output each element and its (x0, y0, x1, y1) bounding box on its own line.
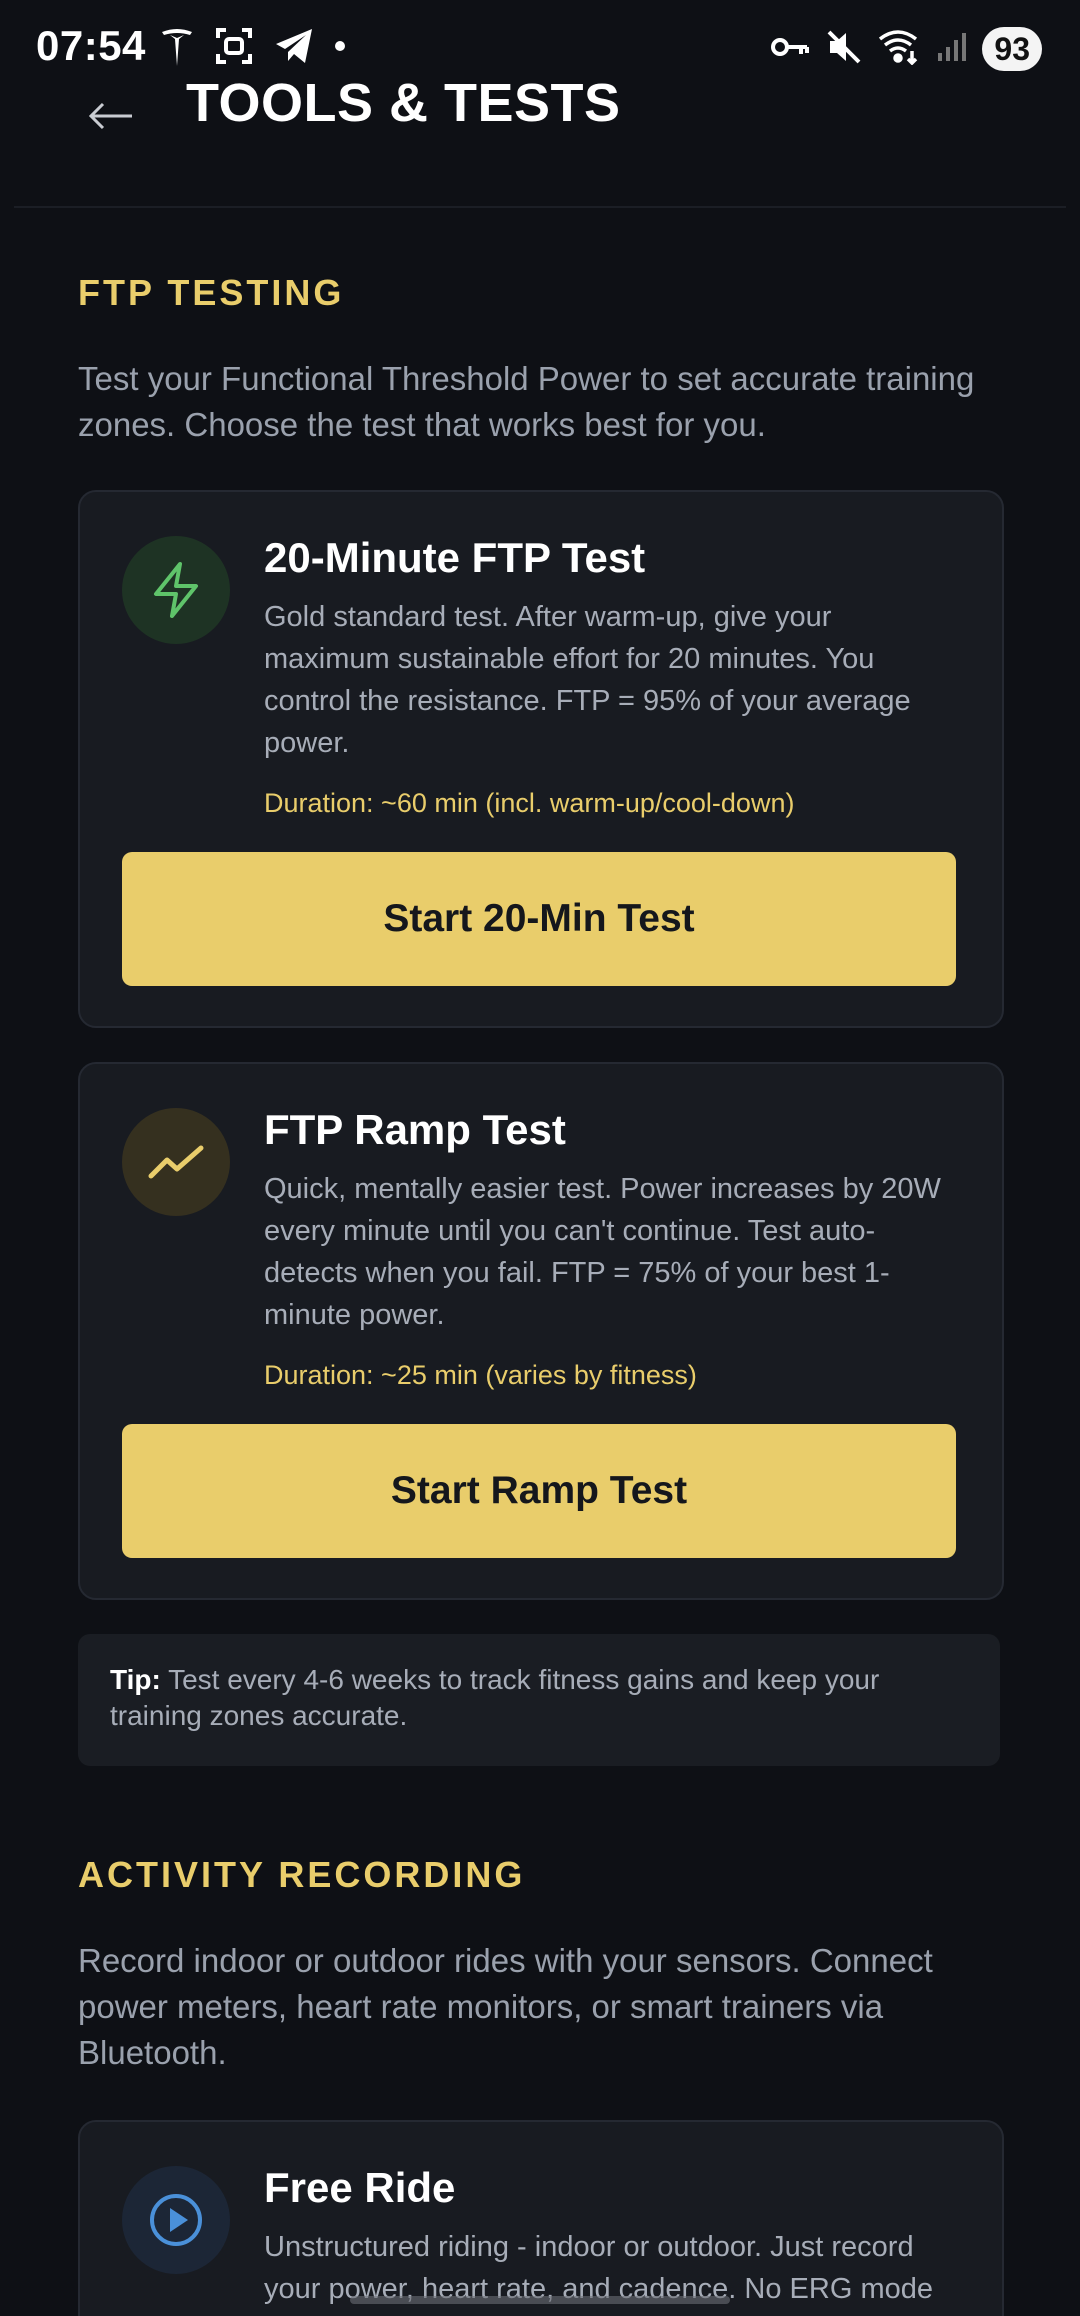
card-description: Quick, mentally easier test. Power incre… (264, 1173, 941, 1331)
dot-icon (334, 39, 346, 57)
start-20min-test-button[interactable]: Start 20-Min Test (122, 852, 956, 986)
section-desc-ftp: Test your Functional Threshold Power to … (78, 360, 975, 443)
tip-text: Tip: Test every 4-6 weeks to track fitne… (110, 1662, 970, 1734)
page-title: TOOLS & TESTS (186, 73, 621, 133)
card-title: 20-Minute FTP Test (264, 534, 646, 581)
tip-label: Tip: (110, 1664, 161, 1695)
card-ftp-ramp-test: FTP Ramp Test Quick, mentally easier tes… (78, 1062, 1004, 1600)
start-ramp-test-button[interactable]: Start Ramp Test (122, 1424, 956, 1558)
arrow-left-icon (88, 102, 132, 130)
tip-body: Test every 4-6 weeks to track fitness ga… (110, 1664, 880, 1731)
card-free-ride[interactable]: Free Ride Unstructured riding - indoor o… (78, 2120, 1004, 2316)
section-title-ftp: FTP TESTING (78, 272, 345, 313)
app-header: TOOLS & TESTS (0, 60, 1080, 206)
card-title: Free Ride (264, 2164, 456, 2211)
card-duration: Duration: ~60 min (incl. warm-up/cool-do… (264, 788, 795, 818)
tools-tests-screen: 07:54 93 TOOLS & TESTS FTP TESTING Test … (0, 0, 1080, 2316)
header-divider (14, 206, 1066, 208)
play-circle-icon (122, 2166, 230, 2274)
card-duration: Duration: ~25 min (varies by fitness) (264, 1360, 697, 1390)
home-indicator[interactable] (350, 2296, 730, 2304)
lightning-icon (122, 536, 230, 644)
card-description: Gold standard test. After warm-up, give … (264, 601, 911, 759)
back-button[interactable] (80, 90, 142, 142)
tip-box: Tip: Test every 4-6 weeks to track fitne… (78, 1634, 1000, 1766)
section-title-activity: ACTIVITY RECORDING (78, 1854, 526, 1895)
card-20min-ftp-test: 20-Minute FTP Test Gold standard test. A… (78, 490, 1004, 1028)
section-desc-activity: Record indoor or outdoor rides with your… (78, 1942, 933, 2071)
trend-up-icon (122, 1108, 230, 1216)
card-title: FTP Ramp Test (264, 1106, 566, 1153)
